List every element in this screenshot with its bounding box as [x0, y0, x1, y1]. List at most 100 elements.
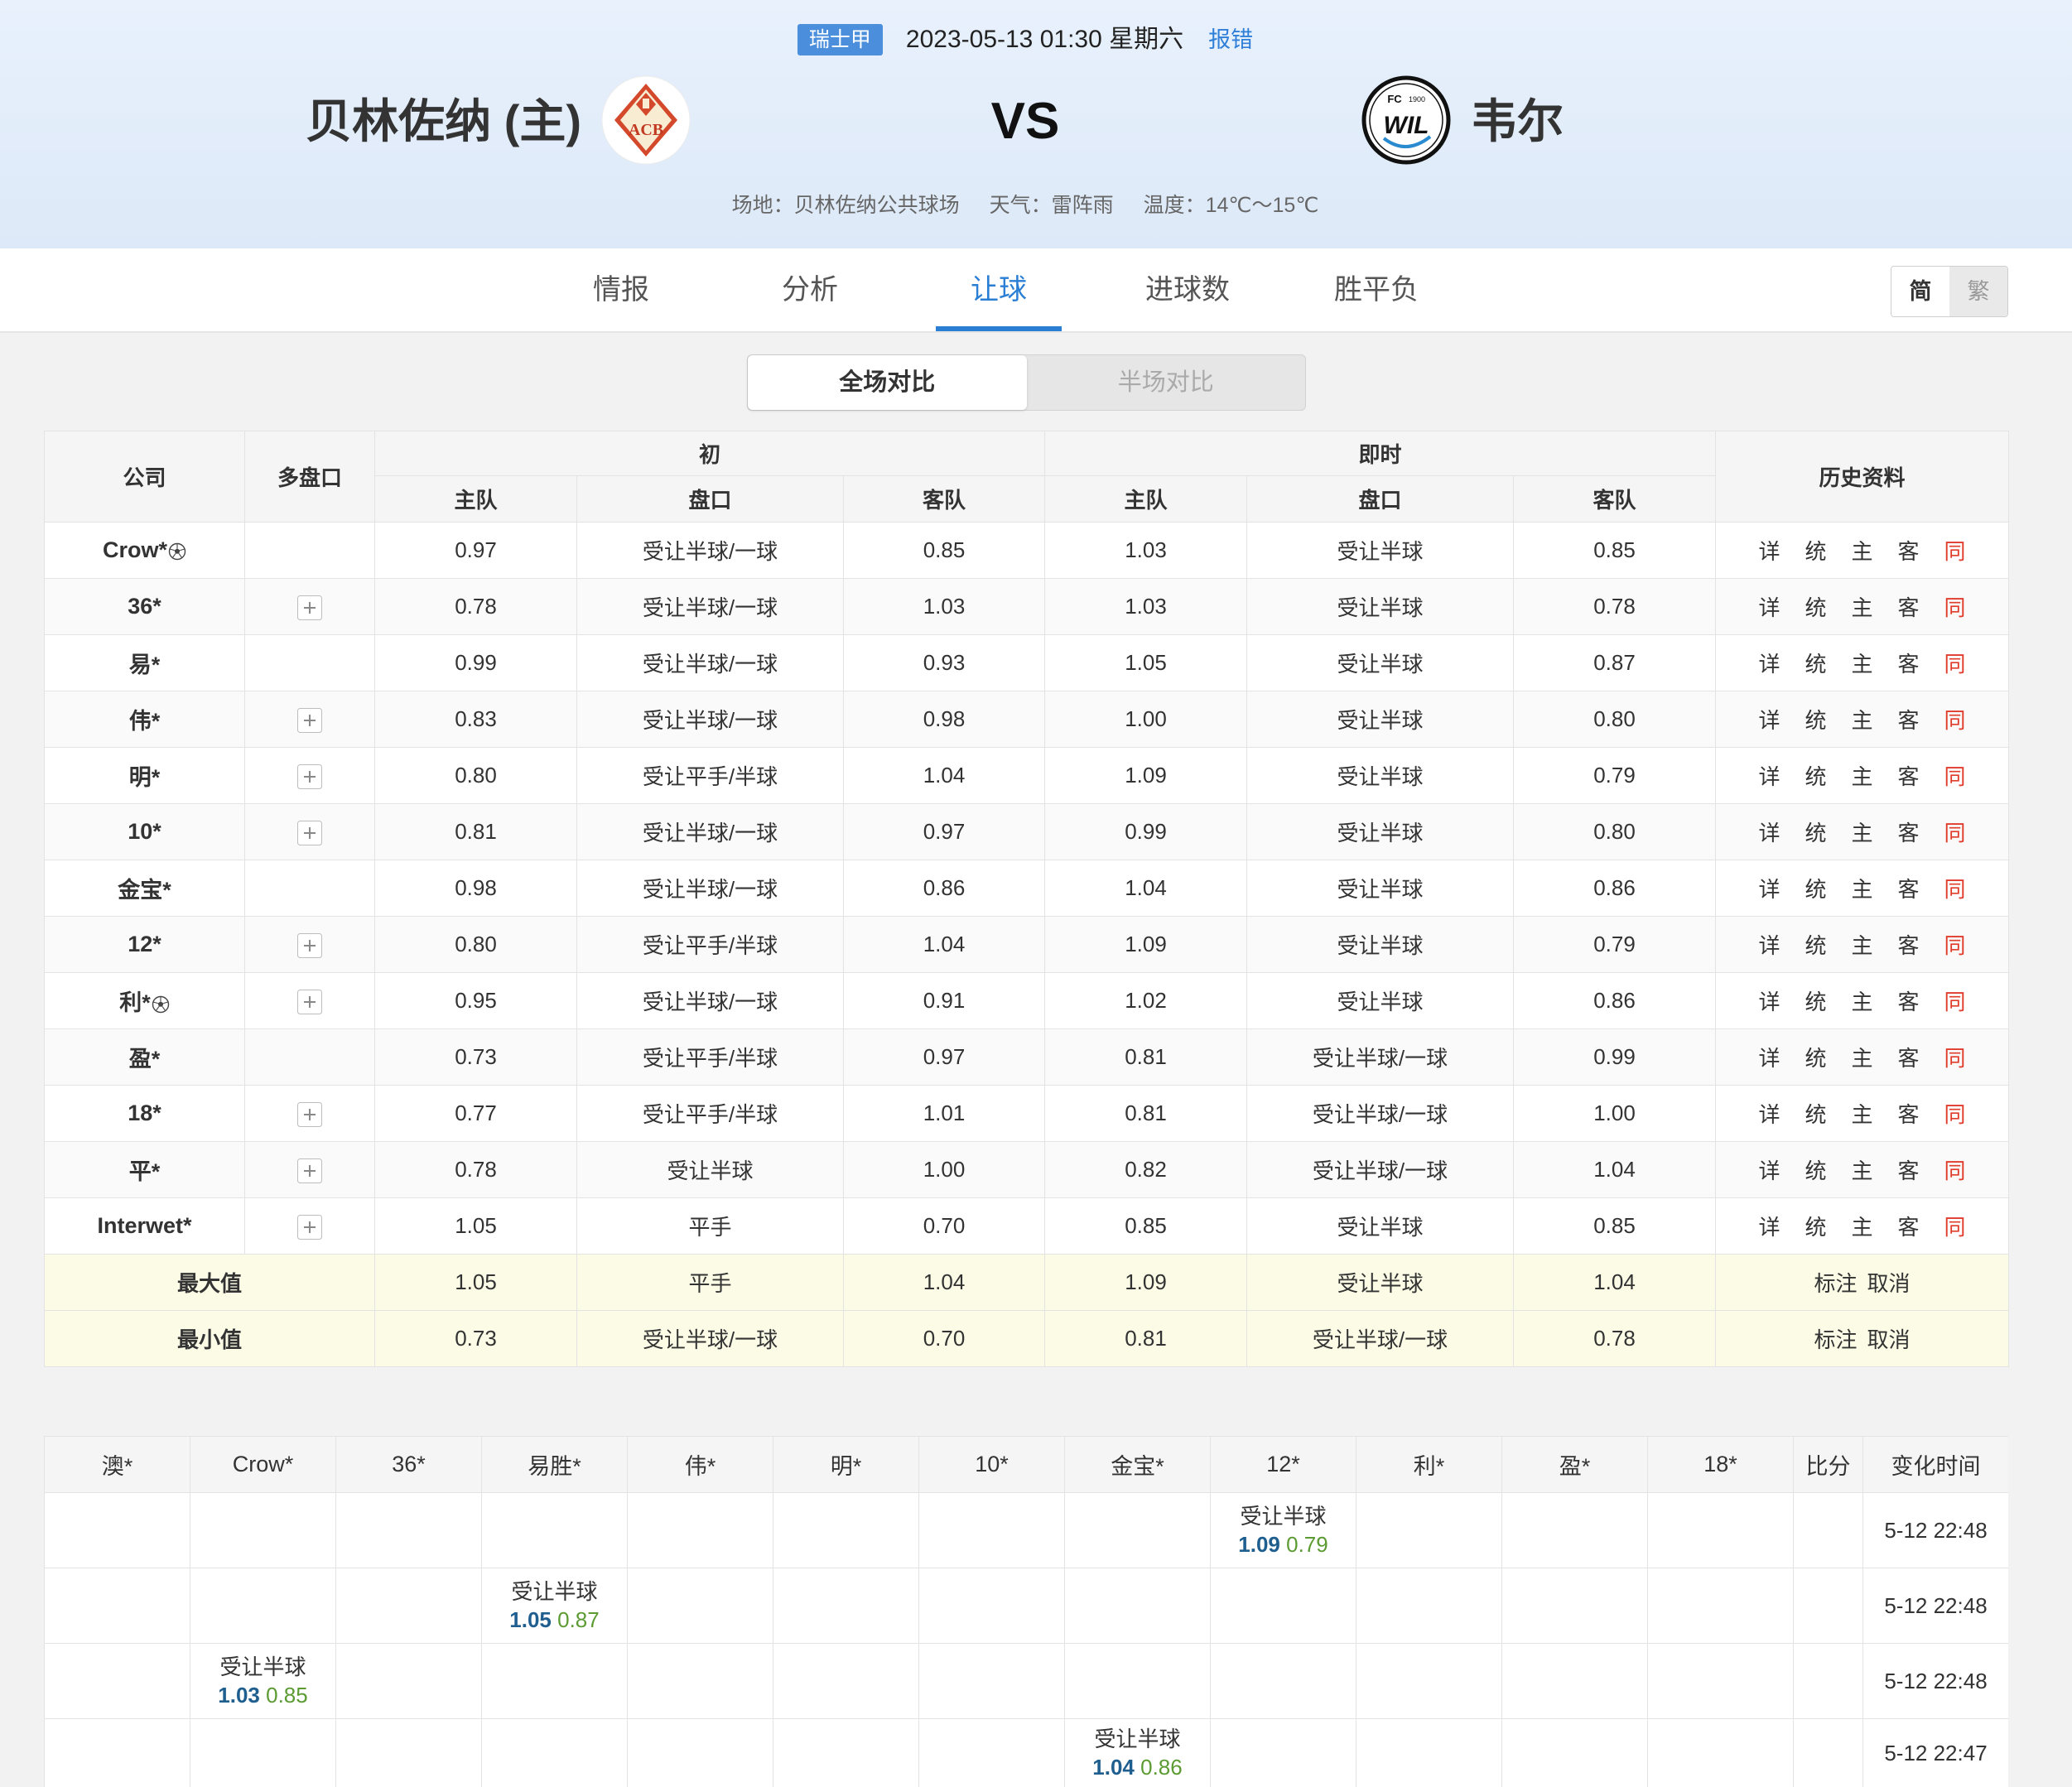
history-home-link[interactable]: 主 — [1852, 704, 1873, 735]
tab-win-draw-lose[interactable]: 胜平负 — [1282, 248, 1471, 331]
history-home-link[interactable]: 主 — [1852, 816, 1873, 847]
history-away-link[interactable]: 客 — [1898, 1042, 1920, 1072]
initial-away-header: 客队 — [842, 475, 1046, 523]
history-home-link[interactable]: 主 — [1852, 985, 1873, 1016]
history-away-link[interactable]: 客 — [1898, 760, 1920, 791]
history-home-link[interactable]: 主 — [1852, 929, 1873, 960]
expand-lines-plus-icon[interactable] — [297, 932, 322, 958]
history-away-link[interactable]: 客 — [1898, 816, 1920, 847]
history-detail-link[interactable]: 详 — [1758, 760, 1780, 791]
history-away-link[interactable]: 客 — [1898, 985, 1920, 1016]
history-stats-link[interactable]: 统 — [1805, 648, 1826, 678]
history-home-link[interactable]: 主 — [1852, 535, 1873, 566]
history-stats-link[interactable]: 统 — [1805, 760, 1826, 791]
history-stats-link[interactable]: 统 — [1805, 1042, 1826, 1072]
traditional-chinese-button[interactable]: 繁 — [1949, 267, 2007, 316]
history-same-link[interactable]: 同 — [1944, 591, 1966, 622]
home-team-name[interactable]: 贝林佐纳 (主) — [306, 91, 581, 152]
history-same-link[interactable]: 同 — [1944, 760, 1966, 791]
history-home-link[interactable]: 主 — [1852, 648, 1873, 678]
history-home-link[interactable]: 主 — [1852, 760, 1873, 791]
history-same-link[interactable]: 同 — [1944, 816, 1966, 847]
history-stats-link[interactable]: 统 — [1805, 1211, 1826, 1241]
history-away-link[interactable]: 客 — [1898, 1211, 1920, 1241]
history-detail-link[interactable]: 详 — [1758, 535, 1780, 566]
initial-home-odds: 0.97 — [374, 522, 577, 579]
history-home-link[interactable]: 主 — [1852, 1211, 1873, 1241]
history-detail-link[interactable]: 详 — [1758, 1154, 1780, 1185]
history-stats-link[interactable]: 统 — [1805, 1098, 1826, 1129]
history-same-link[interactable]: 同 — [1944, 1211, 1966, 1241]
history-home-link[interactable]: 主 — [1852, 1042, 1873, 1072]
history-same-link[interactable]: 同 — [1944, 873, 1966, 903]
history-same-link[interactable]: 同 — [1944, 1098, 1966, 1129]
history-home-link[interactable]: 主 — [1852, 591, 1873, 622]
history-stats-link[interactable]: 统 — [1805, 816, 1826, 847]
history-away-link[interactable]: 客 — [1898, 704, 1920, 735]
history-away-link[interactable]: 客 — [1898, 873, 1920, 903]
history-home-link[interactable]: 主 — [1852, 1098, 1873, 1129]
tab-handicap[interactable]: 让球 — [904, 248, 1093, 331]
expand-lines-plus-icon[interactable] — [297, 595, 322, 620]
history-away-link[interactable]: 客 — [1898, 1154, 1920, 1185]
mark-button[interactable]: 标注 — [1814, 1327, 1858, 1352]
history-same-link[interactable]: 同 — [1944, 704, 1966, 735]
expand-lines-plus-icon[interactable] — [297, 1158, 322, 1183]
home-team-logo-icon[interactable]: ACB — [601, 75, 691, 165]
history-stats-link[interactable]: 统 — [1805, 535, 1826, 566]
cancel-button[interactable]: 取消 — [1867, 1327, 1911, 1352]
history-stats-link[interactable]: 统 — [1805, 704, 1826, 735]
tab-analysis[interactable]: 分析 — [716, 248, 904, 331]
history-links: 详统主客同 — [1715, 634, 2010, 691]
expand-lines-plus-icon[interactable] — [297, 989, 322, 1014]
cancel-button[interactable]: 取消 — [1867, 1271, 1911, 1296]
history-same-link[interactable]: 同 — [1944, 1042, 1966, 1072]
history-same-link[interactable]: 同 — [1944, 985, 1966, 1016]
expand-lines-plus-icon[interactable] — [297, 1101, 322, 1127]
history-detail-link[interactable]: 详 — [1758, 1042, 1780, 1072]
history-stats-link[interactable]: 统 — [1805, 591, 1826, 622]
report-error-link[interactable]: 报错 — [1208, 22, 1253, 58]
history-away-link[interactable]: 客 — [1898, 1098, 1920, 1129]
changed-home-odds: 1.09 — [1238, 1532, 1280, 1557]
history-home-link[interactable]: 主 — [1852, 1154, 1873, 1185]
history-detail-link[interactable]: 详 — [1758, 816, 1780, 847]
history-detail-link[interactable]: 详 — [1758, 648, 1780, 678]
expand-lines-plus-icon[interactable] — [297, 763, 322, 789]
history-away-link[interactable]: 客 — [1898, 535, 1920, 566]
history-same-link[interactable]: 同 — [1944, 535, 1966, 566]
away-team-logo-icon[interactable]: FC 1900 WIL — [1361, 75, 1451, 165]
history-detail-link[interactable]: 详 — [1758, 929, 1780, 960]
live-away-odds: 1.04 — [1513, 1141, 1717, 1198]
history-detail-link[interactable]: 详 — [1758, 1211, 1780, 1241]
simplified-chinese-button[interactable]: 简 — [1891, 267, 1949, 316]
mark-button[interactable]: 标注 — [1814, 1271, 1858, 1296]
league-badge[interactable]: 瑞士甲 — [797, 24, 883, 55]
half-time-compare-button[interactable]: 半场对比 — [1027, 355, 1306, 410]
tab-total-goals[interactable]: 进球数 — [1093, 248, 1282, 331]
expand-lines-plus-icon[interactable] — [297, 820, 322, 845]
history-detail-link[interactable]: 详 — [1758, 985, 1780, 1016]
history-detail-link[interactable]: 详 — [1758, 704, 1780, 735]
changes-cell — [918, 1492, 1065, 1568]
history-away-link[interactable]: 客 — [1898, 591, 1920, 622]
history-home-link[interactable]: 主 — [1852, 873, 1873, 903]
expand-lines-plus-icon[interactable] — [297, 707, 322, 733]
history-same-link[interactable]: 同 — [1944, 929, 1966, 960]
history-same-link[interactable]: 同 — [1944, 1154, 1966, 1185]
history-stats-link[interactable]: 统 — [1805, 929, 1826, 960]
tab-intel[interactable]: 情报 — [527, 248, 716, 331]
expand-lines-plus-icon[interactable] — [297, 1214, 322, 1240]
history-away-link[interactable]: 客 — [1898, 648, 1920, 678]
history-stats-link[interactable]: 统 — [1805, 985, 1826, 1016]
history-same-link[interactable]: 同 — [1944, 648, 1966, 678]
full-time-compare-button[interactable]: 全场对比 — [748, 355, 1027, 410]
history-links: 详统主客同 — [1715, 1085, 2010, 1142]
history-stats-link[interactable]: 统 — [1805, 1154, 1826, 1185]
history-detail-link[interactable]: 详 — [1758, 591, 1780, 622]
history-away-link[interactable]: 客 — [1898, 929, 1920, 960]
history-detail-link[interactable]: 详 — [1758, 1098, 1780, 1129]
away-team-name[interactable]: 韦尔 — [1471, 91, 1564, 152]
history-stats-link[interactable]: 统 — [1805, 873, 1826, 903]
history-detail-link[interactable]: 详 — [1758, 873, 1780, 903]
